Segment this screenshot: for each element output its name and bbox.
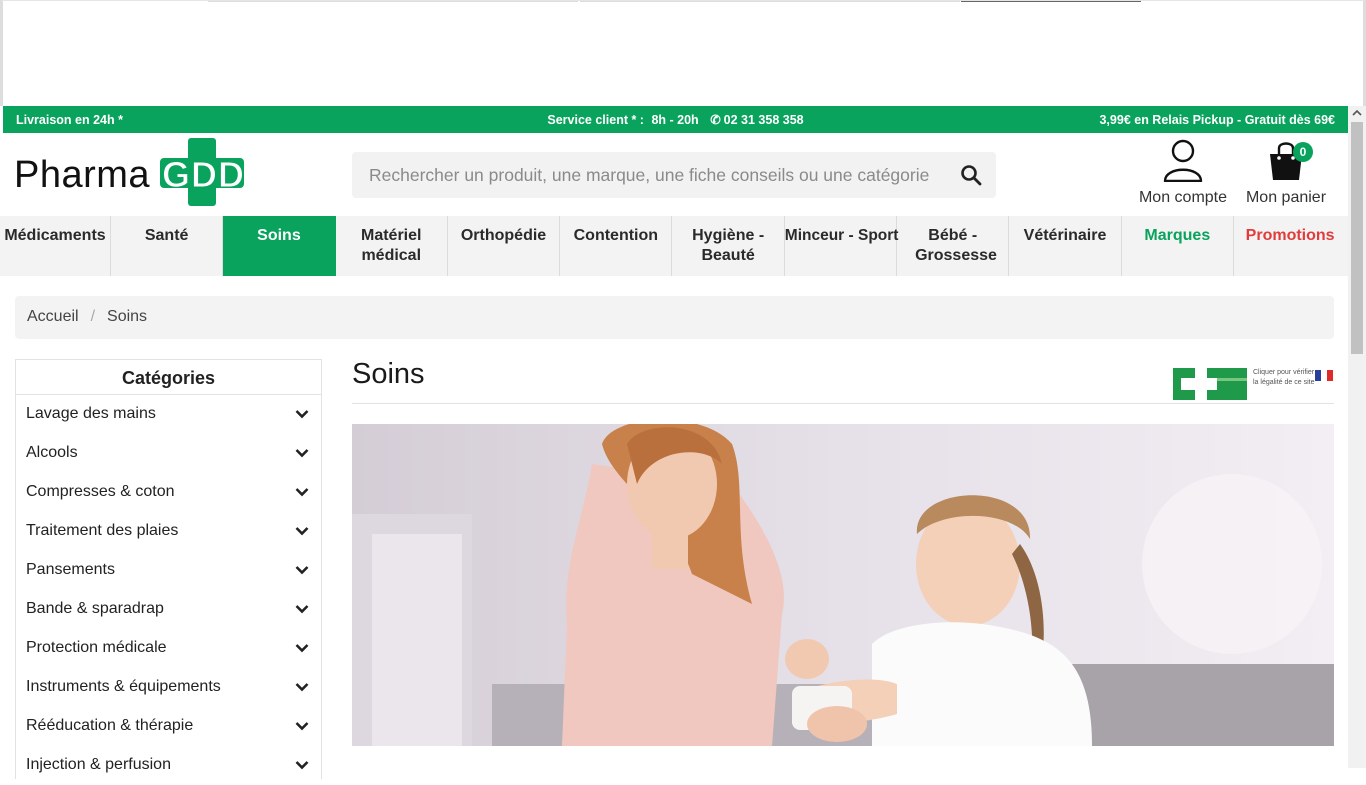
nav-item-materiel-medical[interactable]: Matériel médical [336,216,448,276]
search-input[interactable] [352,152,942,198]
chevron-down-icon[interactable] [295,760,309,770]
categories-sidebar: Catégories Lavage des mains Alcools Comp… [15,359,322,779]
category-item[interactable]: Lavage des mains [16,395,321,434]
category-item[interactable]: Traitement des plaies [16,512,321,551]
legal-verification-badge[interactable]: Cliquer pour vérifier la légalité de ce … [1173,368,1335,400]
phone-icon: ✆ [710,113,721,127]
sidebar-title: Catégories [16,360,321,395]
delivery-info: Livraison en 24h * [16,112,123,127]
nav-item-contention[interactable]: Contention [560,216,673,276]
breadcrumb-home[interactable]: Accueil [27,308,79,325]
nav-item-sante[interactable]: Santé [111,216,224,276]
chevron-down-icon[interactable] [295,643,309,653]
title-divider [352,403,1334,404]
nav-item-bebe-grossesse[interactable]: Bébé - Grossesse [897,216,1010,276]
nav-item-veterinaire[interactable]: Vétérinaire [1009,216,1122,276]
nav-item-promotions[interactable]: Promotions [1234,216,1346,276]
logo-text-pharma: Pharma [14,154,151,196]
chevron-down-icon[interactable] [295,487,309,497]
category-item[interactable]: Alcools [16,434,321,473]
customer-service-info: Service client * : 8h - 20h ✆ 02 31 358 3… [547,113,804,127]
chevron-down-icon[interactable] [295,526,309,536]
breadcrumb: Accueil / Soins [15,296,1334,339]
scrollbar-thumb[interactable] [1351,122,1363,354]
user-icon [1163,139,1203,183]
account-label: Mon compte [1138,189,1228,206]
category-item[interactable]: Protection médicale [16,629,321,668]
scroll-up-arrow-icon[interactable] [1348,106,1366,120]
chevron-down-icon[interactable] [295,448,309,458]
category-item[interactable]: Instruments & équipements [16,668,321,707]
pharmagdd-logo[interactable]: Pharma GDD [14,138,254,208]
nav-item-orthopedie[interactable]: Orthopédie [448,216,561,276]
nav-item-marques[interactable]: Marques [1122,216,1234,276]
nav-item-soins[interactable]: Soins [223,216,336,276]
chevron-down-icon[interactable] [295,682,309,692]
page-scrollbar[interactable] [1348,106,1366,768]
nav-item-hygiene-beaute[interactable]: Hygiène - Beauté [672,216,785,276]
site-header: Pharma GDD Mon compte 0 Mon panier [3,133,1348,216]
nav-item-minceur-sport[interactable]: Minceur - Sport [785,216,898,276]
chevron-down-icon[interactable] [295,565,309,575]
cart-label: Mon panier [1245,189,1327,206]
chevron-down-icon[interactable] [295,604,309,614]
browser-top-area [0,0,1366,106]
phone-number[interactable]: 02 31 358 358 [724,113,804,127]
cart-count-badge: 0 [1293,142,1313,162]
french-flag-icon [1315,370,1333,381]
pharmacy-cross-logo-icon [1173,368,1247,400]
category-item[interactable]: Compresses & coton [16,473,321,512]
relay-pickup-info: 3,99€ en Relais Pickup - Gratuit dès 69€ [1099,112,1336,127]
main-navigation: Médicaments Santé Soins Matériel médical… [0,216,1348,276]
category-item[interactable]: Bande & sparadrap [16,590,321,629]
category-hero-image [352,424,1334,746]
nav-item-medicaments[interactable]: Médicaments [0,216,111,276]
logo-text-gdd: GDD [162,154,245,196]
legal-badge-text: Cliquer pour vérifier la légalité de ce … [1253,369,1315,386]
page-title: Soins [352,358,425,390]
cart-link[interactable]: 0 Mon panier [1239,138,1333,207]
chevron-down-icon[interactable] [295,409,309,419]
category-item[interactable]: Pansements [16,551,321,590]
search-bar [352,152,996,198]
info-topbar: Livraison en 24h * Service client * : 8h… [3,106,1348,133]
chevron-down-icon[interactable] [295,721,309,731]
category-item[interactable]: Rééducation & thérapie [16,707,321,746]
account-link[interactable]: Mon compte [1133,138,1233,207]
category-item[interactable]: Injection & perfusion [16,746,321,785]
breadcrumb-separator: / [90,308,96,325]
breadcrumb-current: Soins [107,308,148,325]
search-icon[interactable] [960,164,982,186]
